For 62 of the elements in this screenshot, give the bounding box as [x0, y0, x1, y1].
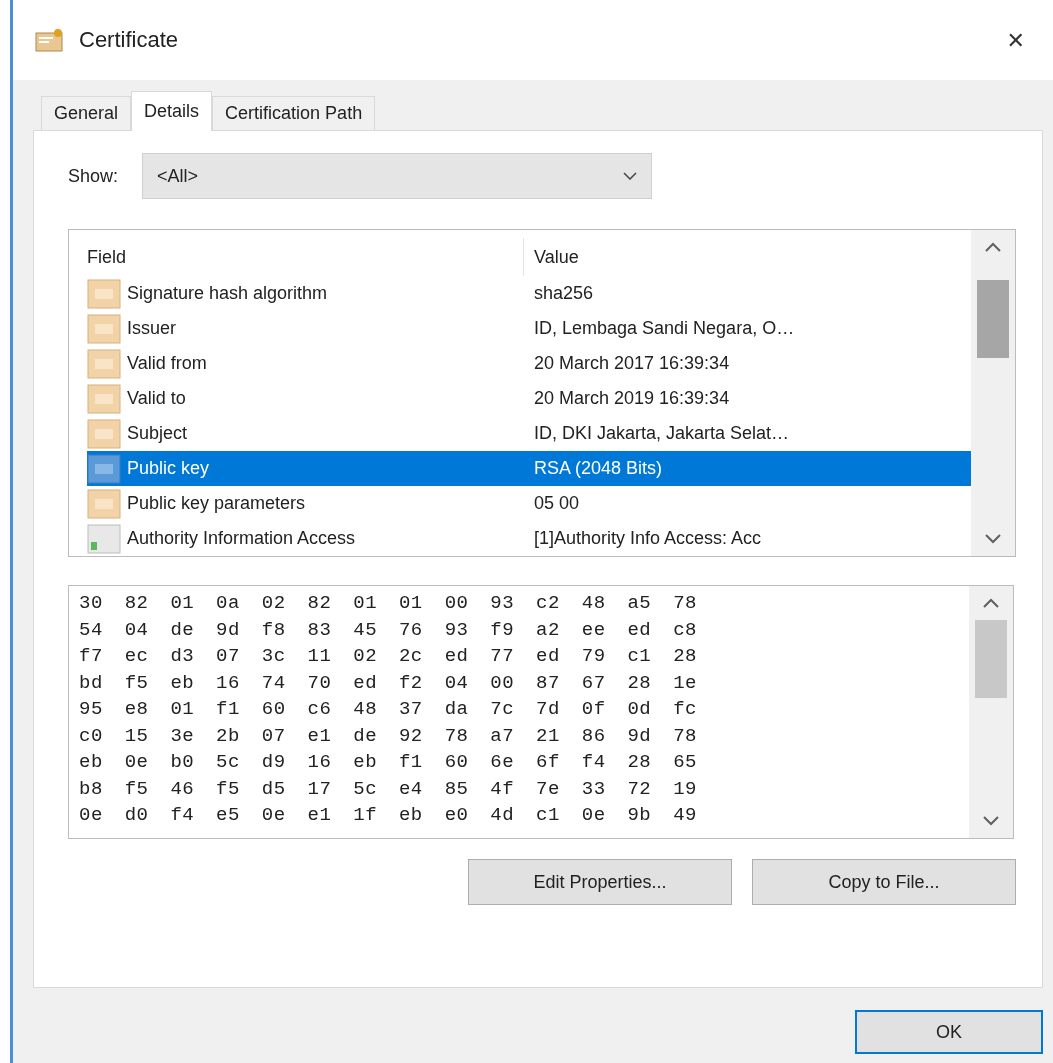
scroll-thumb[interactable] — [977, 280, 1009, 358]
field-icon — [87, 453, 121, 484]
field-row[interactable]: Public key parameters 05 00 — [87, 486, 971, 521]
tab[interactable]: Certification Path — [212, 96, 376, 130]
field-icon — [87, 278, 121, 309]
hex-line: 0e d0 f4 e5 0e e1 1f eb e0 4d c1 0e 9b 49 — [79, 803, 698, 828]
scrollbar[interactable] — [971, 230, 1015, 556]
hex-line: c0 15 3e 2b 07 e1 de 92 78 a7 21 86 9d 78 — [79, 723, 698, 749]
show-label: Show: — [68, 165, 119, 187]
field-value: ID, Lembaga Sandi Negara, O… — [534, 318, 795, 339]
tab[interactable]: General — [41, 96, 132, 130]
ok-button[interactable]: OK — [855, 1010, 1043, 1054]
window-title: Certificate — [79, 27, 180, 53]
field-name: Authority Information Access — [127, 528, 356, 549]
hex-line: b8 f5 46 f5 d5 17 5c e4 85 4f 7e 33 72 19 — [79, 776, 698, 802]
field-value: 20 March 2017 16:39:34 — [534, 353, 730, 374]
extension-icon — [87, 523, 121, 554]
hex-line: 30 82 01 0a 02 82 01 01 00 93 c2 48 a5 78 — [79, 591, 698, 616]
hex-line: 54 04 de 9d f8 83 45 76 93 f9 a2 ee ed c8 — [79, 617, 698, 643]
scroll-down-icon[interactable] — [985, 534, 1001, 544]
field-icon — [87, 488, 121, 519]
show-dropdown[interactable]: <All> — [142, 153, 653, 199]
field-icon — [87, 313, 121, 344]
field-name: Valid to — [127, 388, 186, 409]
action-button[interactable]: Edit Properties... — [468, 859, 732, 905]
hex-line: f7 ec d3 07 3c 11 02 2c ed 77 ed 79 c1 28 — [79, 644, 698, 669]
field-row[interactable]: Valid from 20 March 2017 16:39:34 — [87, 346, 971, 381]
scroll-down-icon[interactable] — [983, 816, 999, 826]
field-value: ID, DKI Jakarta, Jakarta Selat… — [534, 423, 790, 444]
field-icon — [87, 348, 121, 379]
field-value: sha256 — [534, 283, 594, 304]
field-row[interactable]: Subject ID, DKI Jakarta, Jakarta Selat… — [87, 416, 971, 451]
hex-line: 95 e8 01 f1 60 c6 48 37 da 7c 7d 0f 0d fc — [79, 697, 698, 722]
field-value: [1]Authority Info Access: Acc — [534, 528, 762, 549]
field-name: Issuer — [127, 318, 177, 339]
column-header[interactable]: Field — [87, 238, 523, 276]
field-value: 05 00 — [534, 493, 580, 514]
field-name: Valid from — [127, 353, 207, 374]
field-row[interactable]: Valid to 20 March 2019 16:39:34 — [87, 381, 971, 416]
field-row[interactable]: Signature hash algorithm sha256 — [87, 276, 971, 311]
close-button[interactable]: ✕ — [998, 23, 1033, 57]
field-value: 20 March 2019 16:39:34 — [534, 388, 730, 409]
scroll-up-icon[interactable] — [983, 598, 999, 608]
field-row[interactable]: Issuer ID, Lembaga Sandi Negara, O… — [87, 311, 971, 346]
field-icon — [87, 418, 121, 449]
field-value: RSA (2048 Bits) — [534, 458, 663, 479]
field-icon — [87, 383, 121, 414]
tab[interactable]: Details — [131, 91, 213, 131]
field-name: Signature hash algorithm — [127, 283, 328, 304]
field-name: Public key — [127, 458, 210, 479]
scroll-thumb[interactable] — [975, 620, 1007, 698]
action-button[interactable]: Copy to File... — [752, 859, 1016, 905]
field-name: Public key parameters — [127, 493, 306, 514]
field-row[interactable]: Authority Information Access [1]Authority Info Access: Acc — [87, 521, 971, 556]
hex-line: eb 0e b0 5c d9 16 eb f1 60 6e 6f f4 28 65 — [79, 750, 698, 775]
certificate-icon — [35, 28, 65, 52]
field-name: Subject — [127, 423, 188, 444]
hex-line: bd f5 eb 16 74 70 ed f2 04 00 87 67 28 1e — [79, 670, 698, 696]
scroll-up-icon[interactable] — [985, 242, 1001, 252]
field-row[interactable]: Public key RSA (2048 Bits) — [87, 451, 971, 486]
scrollbar[interactable] — [969, 586, 1013, 838]
chevron-down-icon — [623, 172, 638, 180]
